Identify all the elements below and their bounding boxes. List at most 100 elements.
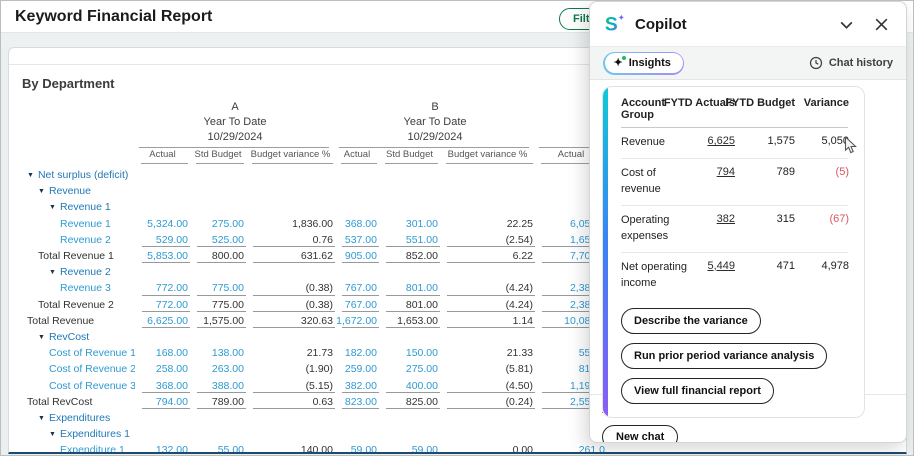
- value-cell: 6.22: [440, 248, 535, 264]
- row-label-leaf[interactable]: Cost of Revenue 1: [9, 347, 135, 359]
- row-label-leaf[interactable]: Revenue 2: [9, 234, 135, 246]
- value-link[interactable]: 6,625.00: [135, 313, 190, 329]
- value-link[interactable]: 182.00: [335, 345, 379, 361]
- table-row: Expenditure 1132.0055.00140.0059.0059.00…: [9, 442, 906, 454]
- value-link[interactable]: 259.00: [335, 361, 379, 377]
- value-link[interactable]: 775.00: [190, 280, 246, 296]
- value-link[interactable]: 905.00: [335, 248, 379, 264]
- value-link[interactable]: 400.00: [379, 377, 440, 393]
- value-cell: [190, 426, 246, 442]
- value-link[interactable]: 529.00: [135, 232, 190, 248]
- account-group-label: Net operating income: [621, 260, 693, 292]
- value-link[interactable]: 5,853.00: [135, 248, 190, 264]
- insights-label: Insights: [629, 57, 671, 69]
- actuals-link[interactable]: 382: [717, 213, 735, 225]
- value-cell: [335, 183, 379, 199]
- value-link[interactable]: 801.00: [379, 280, 440, 296]
- close-panel-button[interactable]: [871, 14, 892, 35]
- row-label-text: Total Revenue: [27, 315, 94, 327]
- value-cell: (0.38): [246, 297, 335, 313]
- value-link[interactable]: 138.00: [190, 345, 246, 361]
- row-label-leaf[interactable]: Expenditure 1: [9, 444, 135, 454]
- row-label-text: Cost of Revenue 2: [49, 363, 135, 375]
- value-link[interactable]: 59.00: [335, 442, 379, 454]
- value-link[interactable]: 275.00: [190, 216, 246, 232]
- row-label-group[interactable]: ▼RevCost: [9, 331, 135, 343]
- row-label-group[interactable]: ▼Expenditures 1: [9, 428, 135, 440]
- insight-table-row: Net operating income5,4494714,978: [621, 253, 848, 299]
- collapse-triangle-icon[interactable]: ▼: [38, 188, 45, 195]
- value-link[interactable]: 258.00: [135, 361, 190, 377]
- collapse-triangle-icon[interactable]: ▼: [49, 269, 56, 276]
- value-link[interactable]: 150.00: [379, 345, 440, 361]
- chat-history-button[interactable]: Chat history: [809, 56, 893, 70]
- row-label-group[interactable]: ▼Expenditures: [9, 412, 135, 424]
- copilot-logo-icon: S ✦: [604, 13, 626, 35]
- variance-cell: (67): [795, 213, 849, 225]
- value-link[interactable]: 275.00: [379, 361, 440, 377]
- row-label-leaf[interactable]: Cost of Revenue 3: [9, 380, 135, 392]
- value-link[interactable]: 772.00: [135, 280, 190, 296]
- value-link[interactable]: 168.00: [135, 345, 190, 361]
- new-chat-button[interactable]: New chat: [602, 425, 678, 443]
- group-period: Year To Date: [335, 115, 535, 130]
- value-link[interactable]: 794.00: [135, 394, 190, 410]
- value-link[interactable]: 772.00: [135, 297, 190, 313]
- actuals-link[interactable]: 794: [717, 166, 735, 178]
- value-link[interactable]: 261.0: [535, 442, 607, 454]
- value-link[interactable]: 382.00: [335, 377, 379, 393]
- section-title: By Department: [22, 76, 114, 91]
- row-label-total: Total Revenue: [9, 315, 135, 327]
- row-label-group[interactable]: ▼ Revenue: [9, 185, 135, 197]
- collapse-triangle-icon[interactable]: ▼: [38, 334, 45, 341]
- row-label-text: Revenue: [49, 185, 91, 197]
- value-link[interactable]: 301.00: [379, 216, 440, 232]
- value-link[interactable]: 55.00: [190, 442, 246, 454]
- value-link[interactable]: 132.00: [135, 442, 190, 454]
- actuals-cell: 382: [693, 213, 735, 225]
- value-link[interactable]: 551.00: [379, 232, 440, 248]
- row-label-total: Total RevCost: [9, 396, 135, 408]
- value-link[interactable]: 767.00: [335, 297, 379, 313]
- row-label-group[interactable]: ▼Revenue 1: [9, 201, 135, 213]
- suggested-action-button-2[interactable]: Run prior period variance analysis: [621, 343, 827, 369]
- suggested-action-button-3[interactable]: View full financial report: [621, 378, 774, 404]
- value-link[interactable]: 388.00: [190, 377, 246, 393]
- value-link[interactable]: 263.00: [190, 361, 246, 377]
- collapse-panel-button[interactable]: [836, 14, 857, 35]
- value-cell: [190, 183, 246, 199]
- value-link[interactable]: 823.00: [335, 394, 379, 410]
- actuals-link[interactable]: 5,449: [707, 260, 735, 272]
- value-link[interactable]: 525.00: [190, 232, 246, 248]
- collapse-triangle-icon[interactable]: ▼: [38, 415, 45, 422]
- value-link[interactable]: 59.00: [379, 442, 440, 454]
- actuals-link[interactable]: 6,625: [707, 135, 735, 147]
- value-link[interactable]: 767.00: [335, 280, 379, 296]
- collapse-triangle-icon[interactable]: ▼: [49, 204, 56, 211]
- page-title: Keyword Financial Report: [15, 8, 212, 26]
- row-label-leaf[interactable]: Revenue 3: [9, 282, 135, 294]
- value-cell: 800.00: [190, 248, 246, 264]
- account-group-label: Operating expenses: [621, 213, 693, 245]
- value-link[interactable]: 368.00: [335, 216, 379, 232]
- budget-cell: 315: [735, 213, 795, 225]
- insights-button[interactable]: ✦ Insights: [605, 53, 683, 73]
- row-label-text: Total Revenue 2: [38, 299, 114, 311]
- collapse-triangle-icon[interactable]: ▼: [49, 431, 56, 438]
- value-link[interactable]: 1,672.00: [335, 313, 379, 329]
- row-label-group[interactable]: ▼Revenue 2: [9, 266, 135, 278]
- row-label-leaf[interactable]: Revenue 1: [9, 218, 135, 230]
- header-fytd-budget: FYTD Budget: [735, 97, 795, 121]
- value-link[interactable]: 537.00: [335, 232, 379, 248]
- row-label-group[interactable]: ▼Net surplus (deficit): [9, 169, 135, 181]
- value-cell: 825.00: [379, 394, 440, 410]
- insight-table-row: Revenue6,6251,5755,050: [621, 128, 848, 159]
- value-link[interactable]: 5,324.00: [135, 216, 190, 232]
- value-link[interactable]: 368.00: [135, 377, 190, 393]
- value-cell: 22.25: [440, 216, 535, 232]
- value-cell: 1,575.00: [190, 313, 246, 329]
- collapse-triangle-icon[interactable]: ▼: [27, 172, 34, 179]
- row-label-leaf[interactable]: Cost of Revenue 2: [9, 363, 135, 375]
- suggested-action-button-1[interactable]: Describe the variance: [621, 308, 761, 334]
- value-cell: [440, 167, 535, 183]
